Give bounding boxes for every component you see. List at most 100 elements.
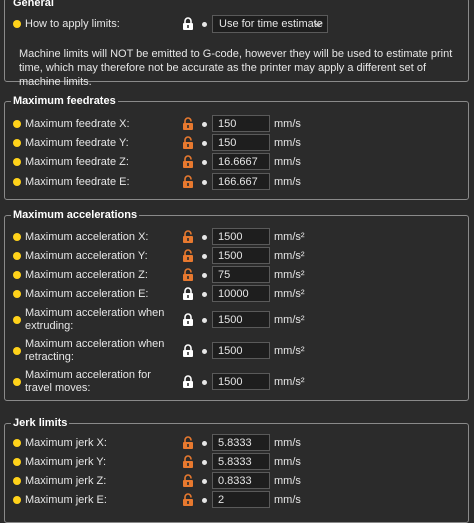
unit-label: mm/s² (274, 231, 305, 243)
unlocked-lock-icon[interactable] (182, 155, 194, 168)
status-dot (13, 458, 21, 466)
accelerations-group: Maximum accelerations Maximum accelerati… (4, 208, 469, 401)
bullet-icon (202, 254, 207, 259)
value-input[interactable]: 1500 (212, 373, 270, 390)
status-dot (13, 290, 21, 298)
field-label: Maximum jerk E: (25, 494, 107, 506)
jerk-row: Maximum jerk X: 5.8333 mm/s (5, 434, 468, 453)
value-input[interactable]: 150 (212, 115, 270, 132)
bullet-icon (202, 460, 207, 465)
jerk-row: Maximum jerk Y: 5.8333 mm/s (5, 453, 468, 472)
unit-label: mm/s (274, 176, 301, 188)
unlocked-lock-icon[interactable] (182, 455, 194, 468)
field-label: Maximum acceleration E: (25, 288, 149, 300)
value-input[interactable]: 0.8333 (212, 472, 270, 489)
unlocked-lock-icon[interactable] (182, 230, 194, 243)
unit-label: mm/s² (274, 314, 305, 326)
apply-limits-select[interactable]: Use for time estimate (212, 15, 328, 33)
status-dot (13, 233, 21, 241)
value-input[interactable]: 75 (212, 266, 270, 283)
accelerations-row: Maximum acceleration X: 1500 mm/s² (5, 228, 468, 247)
bullet-icon (202, 160, 207, 165)
accelerations-row: Maximum acceleration Y: 1500 mm/s² (5, 247, 468, 266)
bullet-icon (202, 380, 207, 385)
bullet-icon (202, 273, 207, 278)
bullet-icon (202, 235, 207, 240)
field-label: Maximum acceleration Z: (25, 269, 148, 281)
value-input[interactable]: 16.6667 (212, 153, 270, 170)
value-input[interactable]: 1500 (212, 228, 270, 245)
field-label: Maximum feedrate Z: (25, 156, 129, 168)
field-label: Maximum acceleration when retracting: (25, 338, 165, 363)
unlocked-lock-icon[interactable] (182, 493, 194, 506)
jerk-row: Maximum jerk E: 2 mm/s (5, 491, 468, 510)
field-label: Maximum acceleration Y: (25, 250, 148, 262)
field-label: Maximum feedrate E: (25, 176, 130, 188)
unit-label: mm/s (274, 437, 301, 449)
unlocked-lock-icon[interactable] (182, 436, 194, 449)
unlocked-lock-icon[interactable] (182, 268, 194, 281)
status-dot (13, 378, 21, 386)
unit-label: mm/s² (274, 250, 305, 262)
value-input[interactable]: 166.667 (212, 173, 270, 190)
feedrates-row: Maximum feedrate X: 150 mm/s (5, 115, 468, 134)
locked-lock-icon[interactable] (182, 287, 194, 300)
status-dot (13, 178, 21, 186)
status-dot (13, 477, 21, 485)
unit-label: mm/s (274, 156, 301, 168)
accelerations-row: Maximum acceleration Z: 75 mm/s² (5, 266, 468, 285)
unlocked-lock-icon[interactable] (182, 117, 194, 130)
jerk-row: Maximum jerk Z: 0.8333 mm/s (5, 472, 468, 491)
unlocked-lock-icon[interactable] (182, 249, 194, 262)
status-dot (13, 347, 21, 355)
value-input[interactable]: 1500 (212, 342, 270, 359)
status-dot (13, 158, 21, 166)
bullet-icon (202, 441, 207, 446)
value-input[interactable]: 5.8333 (212, 453, 270, 470)
unlocked-lock-icon[interactable] (182, 136, 194, 149)
locked-lock-icon[interactable] (182, 375, 194, 388)
unit-label: mm/s (274, 137, 301, 149)
field-label: Maximum jerk Z: (25, 475, 107, 487)
value-input[interactable]: 1500 (212, 311, 270, 328)
general-title: General (11, 0, 56, 10)
bullet-icon (202, 141, 207, 146)
value-input[interactable]: 1500 (212, 247, 270, 264)
locked-lock-icon[interactable] (182, 313, 194, 326)
limits-note: Machine limits will NOT be emitted to G-… (19, 48, 453, 88)
general-group: General How to apply limits: Use for tim… (4, 0, 469, 88)
field-label: Maximum feedrate Y: (25, 137, 129, 149)
unlocked-lock-icon[interactable] (182, 474, 194, 487)
value-input[interactable]: 5.8333 (212, 434, 270, 451)
field-label: Maximum acceleration when extruding: (25, 307, 165, 332)
feedrates-row: Maximum feedrate Y: 150 mm/s (5, 134, 468, 153)
bullet-icon (202, 318, 207, 323)
unit-label: mm/s (274, 475, 301, 487)
value-input[interactable]: 10000 (212, 285, 270, 302)
apply-limits-label: How to apply limits: (25, 18, 120, 30)
status-dot (13, 120, 21, 128)
locked-lock-icon[interactable] (182, 17, 194, 30)
unit-label: mm/s² (274, 288, 305, 300)
accelerations-row: Maximum acceleration when extruding: 1500… (5, 307, 468, 332)
value-input[interactable]: 150 (212, 134, 270, 151)
field-label: Maximum jerk Y: (25, 456, 107, 468)
accelerations-row: Maximum acceleration when retracting: 150… (5, 338, 468, 363)
jerk-group: Jerk limits Maximum jerk X: 5.8333 mm/s Max… (4, 416, 469, 523)
unit-label: mm/s (274, 494, 301, 506)
unlocked-lock-icon[interactable] (182, 175, 194, 188)
status-dot (13, 20, 21, 28)
accelerations-title: Maximum accelerations (11, 208, 140, 222)
value-input[interactable]: 2 (212, 491, 270, 508)
apply-limits-row: How to apply limits: Use for time estima… (5, 15, 468, 34)
unit-label: mm/s² (274, 345, 305, 357)
field-label: Maximum jerk X: (25, 437, 107, 449)
unit-label: mm/s (274, 456, 301, 468)
field-label: Maximum feedrate X: (25, 118, 130, 130)
locked-lock-icon[interactable] (182, 344, 194, 357)
feedrates-title: Maximum feedrates (11, 94, 118, 108)
field-label: Maximum acceleration X: (25, 231, 149, 243)
bullet-icon (202, 122, 207, 127)
accelerations-row: Maximum acceleration for travel moves: 15… (5, 369, 468, 394)
jerk-title: Jerk limits (11, 416, 70, 430)
